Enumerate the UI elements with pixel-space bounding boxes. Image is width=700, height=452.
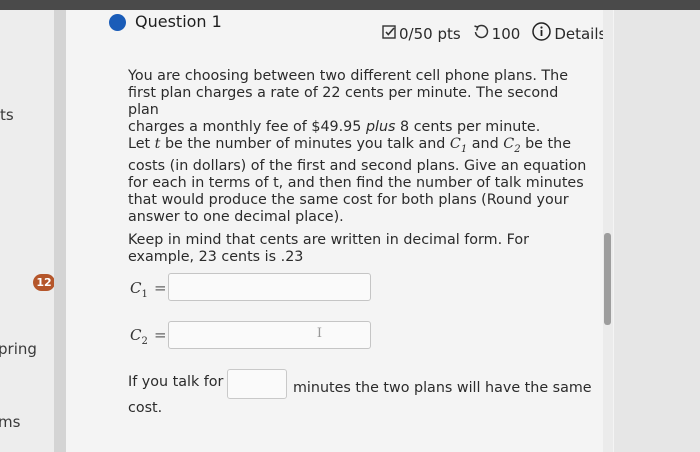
question-card: Question 1 0/50 pts 100 Details You are …: [66, 10, 614, 452]
minutes-sentence-suffix: minutes the two plans will have the same: [293, 380, 592, 396]
hint-line: example, 23 cents is .23: [128, 249, 304, 265]
top-bar: [0, 0, 700, 10]
hint-line: Keep in mind that cents are written in d…: [128, 232, 529, 248]
question-line: that would produce the same cost for bot…: [128, 191, 569, 208]
question-title: Question 1: [135, 12, 222, 31]
question-text: You are choosing between two different c…: [128, 68, 588, 226]
checkbox-icon: [382, 24, 396, 43]
info-icon[interactable]: [532, 22, 552, 45]
details-link[interactable]: Details: [554, 25, 606, 43]
question-line: costs (in dollars) of the first and seco…: [128, 157, 587, 174]
question-status-dot: [109, 14, 126, 31]
nav-item-assignments[interactable]: ts: [0, 106, 14, 124]
score-text: 0/50 pts: [399, 24, 461, 43]
hint-text: Keep in mind that cents are written in d…: [128, 232, 548, 266]
c2-label: C2: [130, 326, 148, 347]
course-navigation: ts 12 pring ms: [0, 10, 55, 452]
question-line: You are choosing between two different c…: [128, 68, 569, 84]
question-line: first plan charges a rate of 22 cents pe…: [128, 85, 559, 118]
text-cursor: I: [316, 326, 322, 341]
scrollbar-thumb[interactable]: [604, 233, 611, 325]
scrollbar-track[interactable]: [603, 10, 613, 452]
minutes-sentence-end: cost.: [128, 400, 163, 416]
nav-item-spring[interactable]: pring: [0, 340, 37, 358]
retry-icon: [473, 24, 489, 44]
minutes-sentence-prefix: If you talk for: [128, 374, 224, 390]
question-line: answer to one decimal place).: [128, 208, 344, 225]
c1-answer-input[interactable]: [168, 273, 371, 301]
c2-answer-input[interactable]: I: [168, 321, 371, 349]
question-meta: 0/50 pts 100 Details: [382, 22, 606, 45]
minutes-answer-input[interactable]: [227, 369, 287, 399]
question-line: charges a monthly fee of $49.95 plus 8 c…: [128, 119, 541, 135]
notification-badge: 12: [33, 274, 55, 291]
nav-item-programs[interactable]: ms: [0, 413, 20, 431]
right-panel: [614, 10, 700, 452]
question-header: Question 1 0/50 pts 100 Details: [66, 10, 614, 52]
panel-separator: [54, 10, 66, 452]
question-line: for each in terms of t, and then find th…: [128, 174, 584, 191]
c2-equals: =: [154, 326, 167, 344]
attempts-count: 100: [491, 24, 521, 43]
c1-equals: =: [154, 279, 167, 297]
question-line: Let t be the number of minutes you talk …: [128, 136, 571, 155]
c1-label: C1: [130, 279, 148, 300]
